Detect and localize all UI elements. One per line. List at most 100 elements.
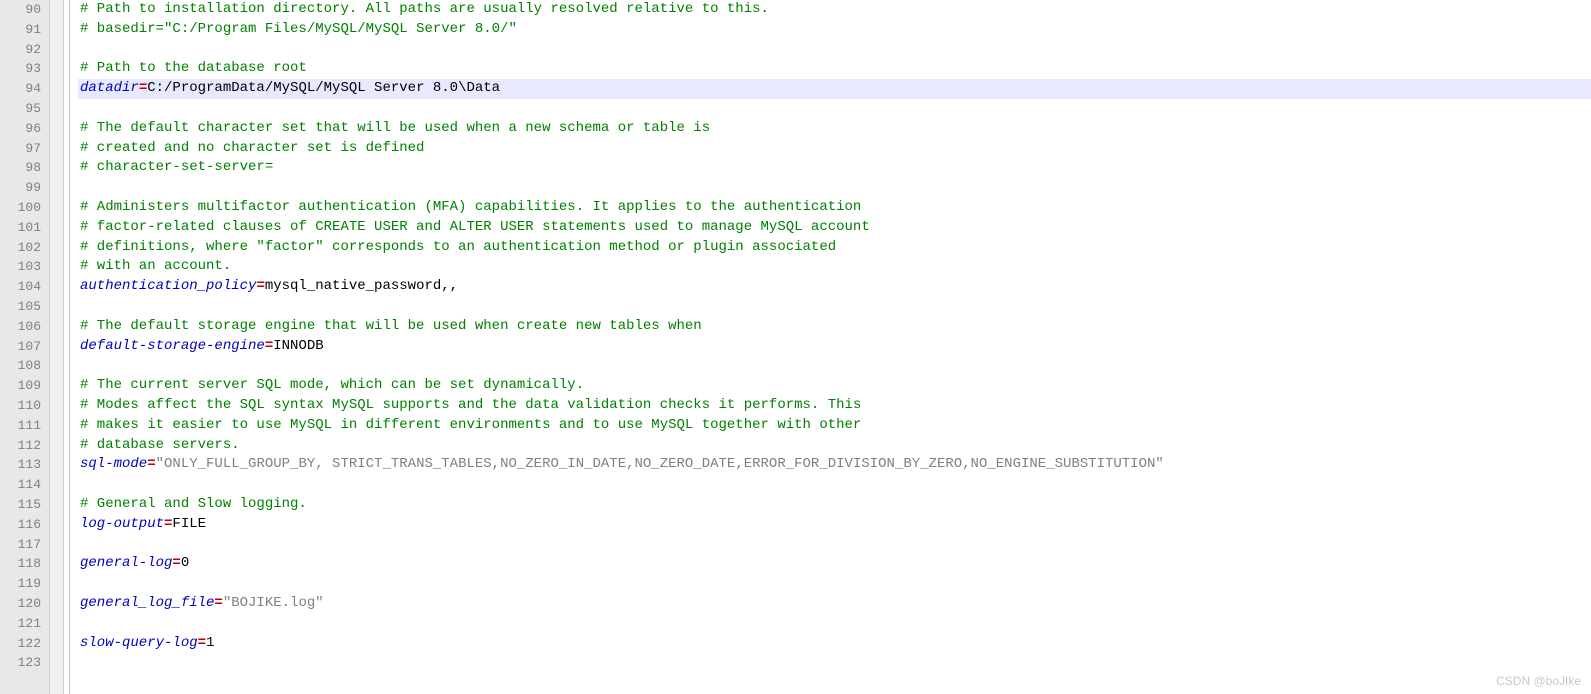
fold-margin[interactable] [50, 0, 64, 694]
line-number[interactable]: 97 [0, 139, 49, 159]
code-area[interactable]: # Path to installation directory. All pa… [76, 0, 1591, 694]
code-line[interactable]: # The default storage engine that will b… [78, 317, 1591, 337]
code-line[interactable]: # General and Slow logging. [78, 495, 1591, 515]
config-value: 0 [181, 555, 189, 571]
line-number[interactable]: 105 [0, 297, 49, 317]
code-line[interactable]: authentication_policy=mysql_native_passw… [78, 277, 1591, 297]
line-number[interactable]: 107 [0, 337, 49, 357]
code-line[interactable]: # basedir="C:/Program Files/MySQL/MySQL … [78, 20, 1591, 40]
code-line[interactable]: # Modes affect the SQL syntax MySQL supp… [78, 396, 1591, 416]
line-number[interactable]: 114 [0, 475, 49, 495]
code-line[interactable]: # factor-related clauses of CREATE USER … [78, 218, 1591, 238]
line-number[interactable]: 117 [0, 535, 49, 555]
line-number-gutter[interactable]: 9091929394959697989910010110210310410510… [0, 0, 50, 694]
line-number[interactable]: 116 [0, 515, 49, 535]
equals-sign: = [172, 555, 180, 571]
code-line[interactable] [78, 178, 1591, 198]
line-number[interactable]: 91 [0, 20, 49, 40]
line-number[interactable]: 92 [0, 40, 49, 60]
code-line[interactable]: # The default character set that will be… [78, 119, 1591, 139]
config-key: general-log [80, 555, 172, 571]
config-value: 1 [206, 635, 214, 651]
comment-text: # database servers. [80, 437, 240, 453]
line-number[interactable]: 98 [0, 158, 49, 178]
code-line[interactable]: default-storage-engine=INNODB [78, 337, 1591, 357]
equals-sign: = [265, 338, 273, 354]
line-number[interactable]: 104 [0, 277, 49, 297]
line-number[interactable]: 113 [0, 455, 49, 475]
code-line[interactable]: # The current server SQL mode, which can… [78, 376, 1591, 396]
code-line[interactable]: # Administers multifactor authentication… [78, 198, 1591, 218]
line-number[interactable]: 103 [0, 257, 49, 277]
line-number[interactable]: 115 [0, 495, 49, 515]
line-number[interactable]: 120 [0, 594, 49, 614]
code-line[interactable]: # Path to the database root [78, 59, 1591, 79]
line-number[interactable]: 122 [0, 634, 49, 654]
comment-text: # The current server SQL mode, which can… [80, 377, 584, 393]
watermark: CSDN @boJIke [1496, 674, 1581, 688]
line-number[interactable]: 118 [0, 554, 49, 574]
config-value: "ONLY_FULL_GROUP_BY, STRICT_TRANS_TABLES… [156, 456, 1164, 472]
line-number[interactable]: 100 [0, 198, 49, 218]
code-editor: 9091929394959697989910010110210310410510… [0, 0, 1591, 694]
comment-text: # character-set-server= [80, 159, 273, 175]
code-line[interactable]: # created and no character set is define… [78, 139, 1591, 159]
comment-text: # makes it easier to use MySQL in differ… [80, 417, 861, 433]
code-line[interactable]: log-output=FILE [78, 515, 1591, 535]
line-number[interactable]: 101 [0, 218, 49, 238]
code-line[interactable] [78, 475, 1591, 495]
code-line[interactable] [78, 614, 1591, 634]
comment-text: # factor-related clauses of CREATE USER … [80, 219, 870, 235]
code-line[interactable]: sql-mode="ONLY_FULL_GROUP_BY, STRICT_TRA… [78, 455, 1591, 475]
line-number[interactable]: 102 [0, 238, 49, 258]
code-line[interactable]: datadir=C:/ProgramData/MySQL/MySQL Serve… [78, 79, 1591, 99]
code-line[interactable] [78, 653, 1591, 673]
config-key: log-output [80, 516, 164, 532]
code-line[interactable] [78, 356, 1591, 376]
config-key: sql-mode [80, 456, 147, 472]
line-number[interactable]: 95 [0, 99, 49, 119]
config-key: slow-query-log [80, 635, 198, 651]
code-line[interactable] [78, 535, 1591, 555]
code-line[interactable]: # with an account. [78, 257, 1591, 277]
config-value: FILE [172, 516, 206, 532]
equals-sign: = [214, 595, 222, 611]
comment-text: # The default character set that will be… [80, 120, 710, 136]
line-number[interactable]: 109 [0, 376, 49, 396]
line-number[interactable]: 96 [0, 119, 49, 139]
equals-sign: = [198, 635, 206, 651]
line-number[interactable]: 119 [0, 574, 49, 594]
code-line[interactable]: # database servers. [78, 436, 1591, 456]
code-line[interactable]: # definitions, where "factor" correspond… [78, 238, 1591, 258]
line-number[interactable]: 90 [0, 0, 49, 20]
line-number[interactable]: 94 [0, 79, 49, 99]
comment-text: # Administers multifactor authentication… [80, 199, 861, 215]
config-key: default-storage-engine [80, 338, 265, 354]
code-line[interactable] [78, 297, 1591, 317]
config-value: C:/ProgramData/MySQL/MySQL Server 8.0\Da… [147, 80, 500, 96]
line-number[interactable]: 111 [0, 416, 49, 436]
line-number[interactable]: 108 [0, 356, 49, 376]
code-line[interactable]: general-log=0 [78, 554, 1591, 574]
code-line[interactable] [78, 99, 1591, 119]
indent-guide [64, 0, 76, 694]
code-line[interactable]: # character-set-server= [78, 158, 1591, 178]
code-line[interactable]: slow-query-log=1 [78, 634, 1591, 654]
code-line[interactable]: general_log_file="BOJIKE.log" [78, 594, 1591, 614]
line-number[interactable]: 112 [0, 436, 49, 456]
line-number[interactable]: 99 [0, 178, 49, 198]
comment-text: # Path to installation directory. All pa… [80, 1, 769, 17]
line-number[interactable]: 123 [0, 653, 49, 673]
config-key: general_log_file [80, 595, 214, 611]
code-line[interactable]: # Path to installation directory. All pa… [78, 0, 1591, 20]
code-line[interactable] [78, 574, 1591, 594]
code-line[interactable] [78, 40, 1591, 60]
config-value: "BOJIKE.log" [223, 595, 324, 611]
config-value: INNODB [273, 338, 323, 354]
line-number[interactable]: 93 [0, 59, 49, 79]
line-number[interactable]: 121 [0, 614, 49, 634]
line-number[interactable]: 106 [0, 317, 49, 337]
code-line[interactable]: # makes it easier to use MySQL in differ… [78, 416, 1591, 436]
line-number[interactable]: 110 [0, 396, 49, 416]
comment-text: # Modes affect the SQL syntax MySQL supp… [80, 397, 861, 413]
